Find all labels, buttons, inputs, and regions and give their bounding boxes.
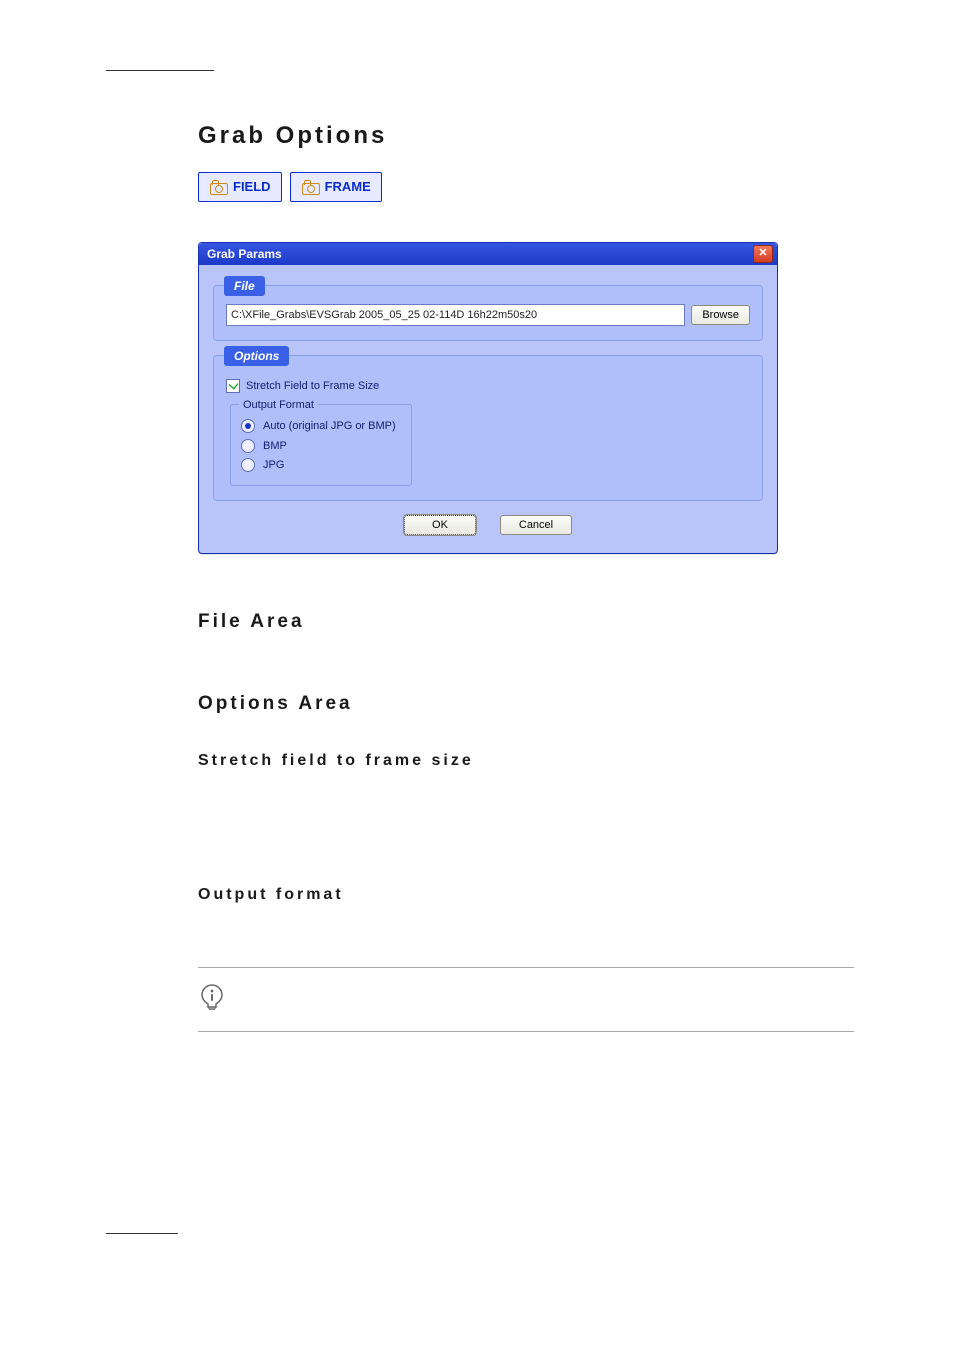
file-section: File Browse — [213, 285, 763, 341]
dialog-titlebar: Grab Params ✕ — [199, 243, 777, 265]
camera-icon — [209, 180, 227, 194]
camera-icon — [301, 180, 319, 194]
output-format-legend: Output Format — [239, 397, 318, 414]
file-path-input[interactable] — [226, 304, 685, 326]
close-icon: ✕ — [758, 248, 767, 259]
grab-params-dialog: Grab Params ✕ File Browse Options — [198, 242, 778, 554]
frame-button-label: FRAME — [325, 177, 371, 197]
file-section-label: File — [224, 276, 265, 296]
radio-auto-label: Auto (original JPG or BMP) — [263, 418, 396, 435]
radio-bmp-row[interactable]: BMP — [241, 438, 401, 455]
footer-separator-top — [198, 967, 854, 968]
browse-button[interactable]: Browse — [691, 305, 750, 325]
footer-separator-bottom — [198, 1031, 854, 1032]
cancel-button[interactable]: Cancel — [500, 515, 572, 535]
heading-file-area: File Area — [198, 608, 854, 637]
stretch-checkbox[interactable] — [226, 379, 240, 393]
heading-options-area: Options Area — [198, 690, 854, 719]
radio-auto-row[interactable]: Auto (original JPG or BMP) — [241, 418, 401, 435]
note-icon — [198, 982, 226, 1010]
close-button[interactable]: ✕ — [753, 245, 773, 263]
radio-bmp[interactable] — [241, 439, 255, 453]
stretch-checkbox-label: Stretch Field to Frame Size — [246, 378, 379, 395]
field-button[interactable]: FIELD — [198, 172, 282, 202]
heading-grab-options: Grab Options — [198, 118, 854, 154]
options-section: Options Stretch Field to Frame Size Outp… — [213, 355, 763, 501]
frame-button[interactable]: FRAME — [290, 172, 382, 202]
subhead-output-format: Output format — [198, 883, 854, 907]
output-format-group: Output Format Auto (original JPG or BMP)… — [230, 404, 412, 486]
grab-toolbar-row: FIELD FRAME — [198, 172, 854, 202]
subhead-stretch: Stretch field to frame size — [198, 749, 854, 773]
ok-button[interactable]: OK — [404, 515, 476, 535]
dialog-button-row: OK Cancel — [213, 515, 763, 535]
dialog-title: Grab Params — [207, 245, 282, 263]
radio-jpg[interactable] — [241, 458, 255, 472]
radio-auto[interactable] — [241, 419, 255, 433]
radio-jpg-row[interactable]: JPG — [241, 457, 401, 474]
radio-bmp-label: BMP — [263, 438, 287, 455]
top-underline-rule — [106, 70, 214, 71]
radio-jpg-label: JPG — [263, 457, 284, 474]
stretch-checkbox-row[interactable]: Stretch Field to Frame Size — [226, 378, 750, 395]
field-button-label: FIELD — [233, 177, 271, 197]
options-section-label: Options — [224, 346, 289, 366]
bottom-underline-rule — [106, 1233, 178, 1234]
